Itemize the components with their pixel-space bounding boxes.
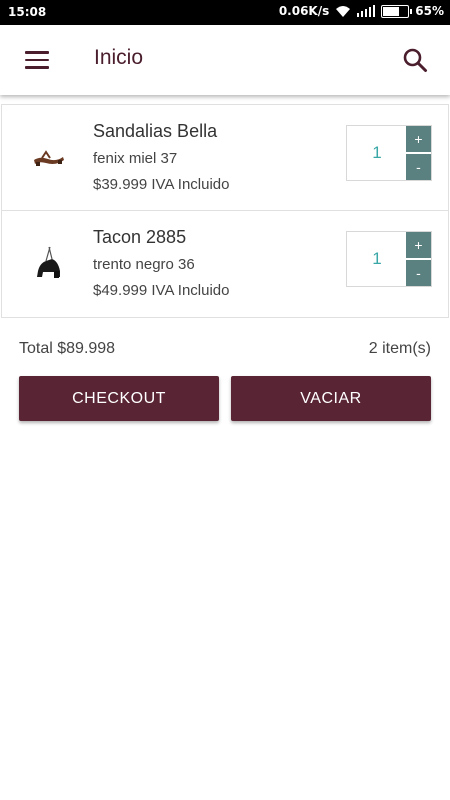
increase-quantity-button[interactable]: + [406,232,431,258]
item-price: $39.999 IVA Incluido [93,176,230,193]
quantity-value[interactable]: 1 [347,232,407,286]
item-name: Tacon 2885 [93,227,187,247]
quantity-stepper: 1 + - [346,231,432,287]
cart-summary: Total $89.998 2 item(s) [19,340,431,360]
checkout-button[interactable]: CHECKOUT [19,376,219,421]
sandal-icon [34,150,64,166]
search-icon[interactable] [402,47,428,73]
signal-icon [357,5,376,17]
cart-list: Sandalias Bella fenix miel 37 $39.999 IV… [0,104,450,318]
app-toolbar: Inicio [0,25,450,95]
cart-item: Tacon 2885 trento negro 36 $49.999 IVA I… [1,211,449,318]
status-time: 15:08 [8,5,47,19]
item-name: Sandalias Bella [93,121,218,141]
item-variant: fenix miel 37 [93,150,178,167]
increase-quantity-button[interactable]: + [406,126,431,152]
quantity-stepper: 1 + - [346,125,432,181]
item-variant: trento negro 36 [93,256,195,273]
clear-cart-button[interactable]: VACIAR [231,376,431,421]
status-bar: 15:08 0.06K/s 65% [0,0,450,25]
page-title: Inicio [94,46,144,69]
cart-item: Sandalias Bella fenix miel 37 $39.999 IV… [1,104,449,211]
battery-percent: 65% [415,4,444,18]
cart-total: Total $89.998 [19,340,116,357]
battery-icon [381,4,413,18]
network-speed: 0.06K/s [278,4,330,18]
quantity-value[interactable]: 1 [347,126,407,180]
item-price: $49.999 IVA Incluido [93,282,230,299]
wifi-icon [336,6,351,17]
status-right: 0.06K/s 65% [279,4,444,18]
cart-actions: CHECKOUT VACIAR [19,376,431,421]
decrease-quantity-button[interactable]: - [406,260,431,286]
item-count: 2 item(s) [368,340,431,357]
heel-shoe-icon [37,246,60,278]
menu-icon[interactable] [25,51,49,69]
decrease-quantity-button[interactable]: - [406,154,431,180]
